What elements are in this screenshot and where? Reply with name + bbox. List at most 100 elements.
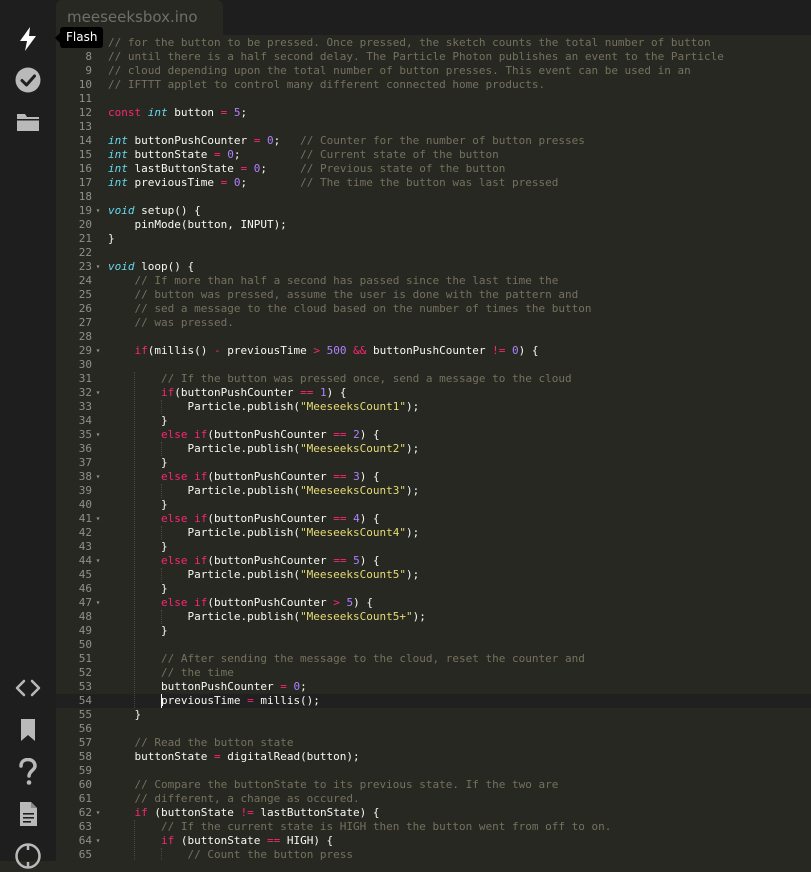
code-line[interactable]: 39 Particle.publish("MeeseeksCount3"); [56, 484, 811, 498]
docs-icon[interactable] [12, 798, 44, 830]
code-line[interactable]: 62 ▾ if (buttonState != lastButtonState) … [56, 806, 811, 820]
line-number: 11 [78, 92, 92, 105]
code-text: if(buttonPushCounter == 1) { [160, 386, 347, 399]
code-line[interactable]: 12 const int button = 5; [56, 106, 811, 120]
code-line[interactable]: 41 ▾ else if(buttonPushCounter == 4) { [56, 512, 811, 526]
code-line[interactable]: 36 Particle.publish("MeeseeksCount2"); [56, 442, 811, 456]
code-line[interactable]: 33 Particle.publish("MeeseeksCount1"); [56, 400, 811, 414]
line-number: 16 [78, 162, 92, 175]
code-line[interactable]: 21} [56, 232, 811, 246]
code-line[interactable]: 46 } [56, 582, 811, 596]
code-line[interactable]: 13 [56, 120, 811, 134]
fold-toggle-icon[interactable]: ▾ [93, 204, 103, 218]
code-text: // After sending the message to the clou… [160, 652, 585, 665]
code-line[interactable]: 59 [56, 764, 811, 778]
code-text: // If the current state is HIGH then the… [160, 820, 612, 833]
code-editor[interactable]: // for the button to be pressed. Once pr… [56, 35, 811, 861]
code-line[interactable]: 11 [56, 92, 811, 106]
code-line[interactable]: 50 [56, 638, 811, 652]
code-line[interactable]: 61 // different, a change as occured. [56, 792, 811, 806]
code-line[interactable]: 54 previousTime = millis(); [56, 694, 811, 708]
code-line[interactable]: 30 [56, 358, 811, 372]
code-line[interactable]: 22 [56, 246, 811, 260]
code-line[interactable]: 38 ▾ else if(buttonPushCounter == 3) { [56, 470, 811, 484]
code-line[interactable]: 64 ▾ if (buttonState == HIGH) { [56, 834, 811, 848]
code-text: if(millis() - previousTime > 500 && butt… [134, 344, 539, 357]
fold-toggle-icon[interactable]: ▾ [93, 596, 103, 610]
code-line[interactable]: 20 pinMode(button, INPUT); [56, 218, 811, 232]
code-text: else if(buttonPushCounter == 3) { [160, 470, 380, 483]
code-line[interactable]: 35 ▾ else if(buttonPushCounter == 2) { [56, 428, 811, 442]
fold-toggle-icon[interactable]: ▾ [93, 260, 103, 274]
code-line[interactable]: 28 [56, 330, 811, 344]
line-number: 65 [78, 848, 92, 861]
code-text: Particle.publish("MeeseeksCount3"); [108, 484, 420, 497]
line-number: 55 [78, 708, 92, 721]
code-line[interactable]: 48 Particle.publish("MeeseeksCount5+"); [56, 610, 811, 624]
code-line[interactable]: 23 ▾ void loop() { [56, 260, 811, 274]
code-line[interactable]: 37 } [56, 456, 811, 470]
code-line[interactable]: 57 // Read the button state [56, 736, 811, 750]
line-number: 46 [78, 582, 92, 595]
fold-toggle-icon[interactable]: ▾ [93, 428, 103, 442]
code-line[interactable]: 47 ▾ else if(buttonPushCounter > 5) { [56, 596, 811, 610]
help-icon[interactable] [12, 756, 44, 788]
line-number: 19 [78, 204, 92, 217]
bookmark-icon[interactable] [12, 714, 44, 746]
code-line[interactable]: 17 int previousTime = 0; // The time the … [56, 176, 811, 190]
code-line[interactable]: 29 ▾ if(millis() - previousTime > 500 && … [56, 344, 811, 358]
code-line[interactable]: 15 int buttonState = 0; // Current state … [56, 148, 811, 162]
code-line[interactable]: 31 // If the button was pressed once, se… [56, 372, 811, 386]
code-line[interactable]: 49 } [56, 624, 811, 638]
line-number: 42 [78, 526, 92, 539]
flash-icon[interactable] [12, 23, 44, 55]
code-line[interactable]: 63 // If the current state is HIGH then … [56, 820, 811, 834]
code-line[interactable]: 51 // After sending the message to the c… [56, 652, 811, 666]
line-number: 64 [78, 834, 92, 847]
code-line[interactable]: 60 // Compare the buttonState to its pre… [56, 778, 811, 792]
code-line[interactable]: 14 int buttonPushCounter = 0; // Counter … [56, 134, 811, 148]
code-line[interactable]: 44 ▾ else if(buttonPushCounter == 5) { [56, 554, 811, 568]
code-line[interactable]: 65 // Count the button press [56, 848, 811, 861]
code-line[interactable]: 53 buttonPushCounter = 0; [56, 680, 811, 694]
fold-toggle-icon[interactable]: ▾ [93, 386, 103, 400]
fold-toggle-icon[interactable]: ▾ [93, 554, 103, 568]
line-number: 33 [78, 400, 92, 413]
code-line[interactable]: 24 // If more than half a second has pas… [56, 274, 811, 288]
code-text: // button was pressed, assume the user i… [134, 288, 579, 301]
code-line[interactable]: 43 } [56, 540, 811, 554]
code-text: } [108, 498, 168, 511]
code-line[interactable]: 27 // was pressed. [56, 316, 811, 330]
fold-toggle-icon[interactable]: ▾ [93, 512, 103, 526]
code-line[interactable]: 58 buttonState = digitalRead(button); [56, 750, 811, 764]
code-line[interactable]: 52 // the time [56, 666, 811, 680]
code-line[interactable]: 16 int lastButtonState = 0; // Previous s… [56, 162, 811, 176]
code-line[interactable]: 40 } [56, 498, 811, 512]
code-icon[interactable] [12, 672, 44, 704]
code-line[interactable]: // for the button to be pressed. Once pr… [56, 36, 811, 50]
code-line[interactable]: 8 // until there is a half second delay. … [56, 50, 811, 64]
code-line[interactable]: 45 Particle.publish("MeeseeksCount5"); [56, 568, 811, 582]
fold-toggle-icon[interactable]: ▾ [93, 470, 103, 484]
console-icon[interactable] [12, 840, 44, 872]
code-line[interactable]: 55 } [56, 708, 811, 722]
code-line[interactable]: 26 // sed a message to the cloud based o… [56, 302, 811, 316]
code-line[interactable]: 32 ▾ if(buttonPushCounter == 1) { [56, 386, 811, 400]
fold-toggle-icon[interactable]: ▾ [93, 834, 103, 848]
code-line[interactable]: 25 // button was pressed, assume the use… [56, 288, 811, 302]
code-text: } [108, 456, 168, 469]
folder-icon[interactable] [12, 106, 44, 138]
line-number: 30 [78, 358, 92, 371]
fold-toggle-icon[interactable]: ▾ [93, 344, 103, 358]
code-line[interactable]: 19 ▾ void setup() { [56, 204, 811, 218]
code-line[interactable]: 42 Particle.publish("MeeseeksCount4"); [56, 526, 811, 540]
verify-icon[interactable] [12, 64, 44, 96]
code-line[interactable]: 10 // IFTTT applet to control many differ… [56, 78, 811, 92]
line-number: 27 [78, 316, 92, 329]
code-line[interactable]: 9 // cloud depending upon the total numbe… [56, 64, 811, 78]
code-line[interactable]: 34 } [56, 414, 811, 428]
fold-toggle-icon[interactable]: ▾ [93, 806, 103, 820]
code-line[interactable]: 56 [56, 722, 811, 736]
code-line[interactable]: 18 [56, 190, 811, 204]
line-number: 8 [85, 50, 92, 63]
